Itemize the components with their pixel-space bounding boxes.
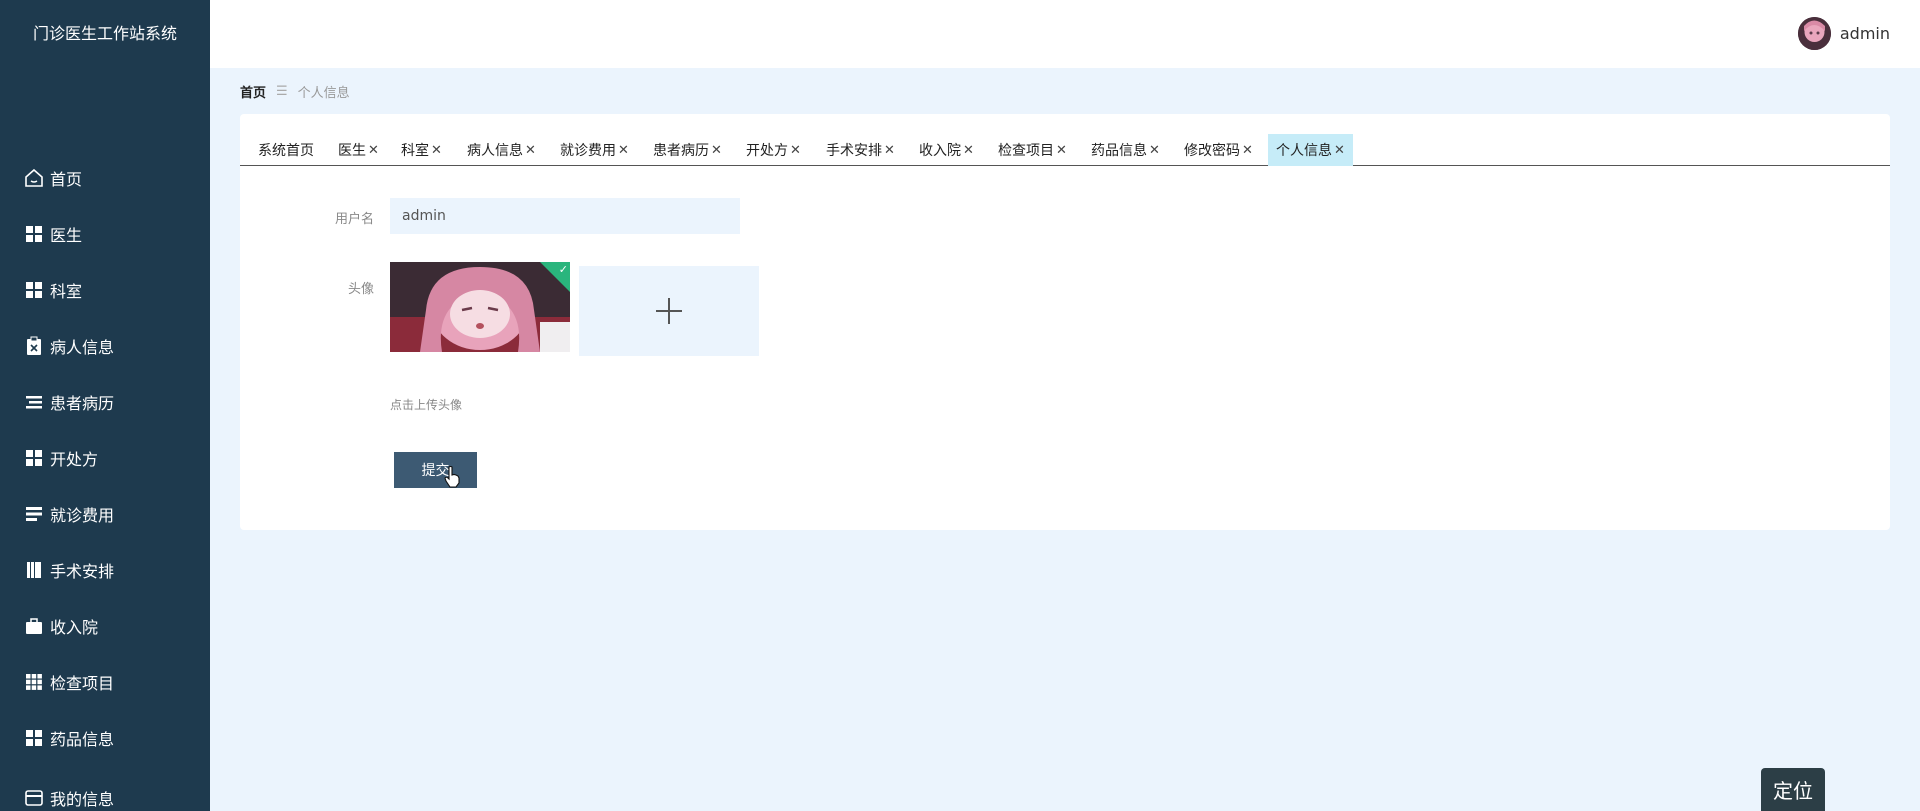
close-icon[interactable]: ✕ bbox=[431, 143, 442, 158]
sidebar-item-label: 病人信息 bbox=[50, 338, 115, 357]
sidebar-item-label: 首页 bbox=[50, 170, 83, 189]
username-label: 用户名 bbox=[334, 212, 374, 227]
breadcrumb: 首页 ☰ 个人信息 bbox=[240, 82, 350, 101]
close-icon[interactable]: ✕ bbox=[618, 143, 629, 158]
tab-bar: 系统首页 医生 ✕ 科室 ✕ 病人信息 ✕ 就诊费用 ✕ 患者病历 ✕ 开处方 ✕ 手术安排… bbox=[240, 134, 1890, 166]
tab-label: 就诊费用 bbox=[560, 143, 616, 159]
home-icon bbox=[24, 168, 44, 188]
wallet-icon bbox=[24, 788, 44, 808]
close-icon[interactable]: ✕ bbox=[884, 143, 895, 158]
grid-icon bbox=[24, 280, 44, 300]
sidebar: 门诊医生工作站系统 首页 医生 科室 病人信息 患者病历 开处方 就诊费用 手术… bbox=[0, 0, 210, 811]
tab-department[interactable]: 科室 ✕ bbox=[397, 134, 446, 166]
grid-icon bbox=[24, 728, 44, 748]
sidebar-item-label: 就诊费用 bbox=[50, 506, 115, 525]
app-title: 门诊医生工作站系统 bbox=[32, 24, 177, 43]
username: admin bbox=[1839, 24, 1890, 43]
tab-label: 检查项目 bbox=[998, 143, 1054, 159]
close-icon[interactable]: ✕ bbox=[368, 143, 379, 158]
briefcase-icon bbox=[24, 616, 44, 636]
close-icon[interactable]: ✕ bbox=[790, 143, 801, 158]
tab-doctor[interactable]: 医生 ✕ bbox=[334, 134, 383, 166]
sidebar-item-my-info[interactable]: 我的信息 bbox=[0, 778, 210, 811]
tab-exam[interactable]: 检查项目 ✕ bbox=[994, 134, 1071, 166]
tab-patient-info[interactable]: 病人信息 ✕ bbox=[463, 134, 540, 166]
book-icon bbox=[24, 560, 44, 580]
tab-label: 患者病历 bbox=[653, 143, 709, 159]
username-field[interactable] bbox=[390, 198, 740, 234]
tab-label: 病人信息 bbox=[467, 143, 523, 159]
plus-icon bbox=[656, 298, 682, 324]
sidebar-item-label: 科室 bbox=[50, 282, 83, 301]
clipboard-icon bbox=[24, 336, 44, 356]
tab-admission[interactable]: 收入院 ✕ bbox=[915, 134, 978, 166]
tab-drug[interactable]: 药品信息 ✕ bbox=[1087, 134, 1164, 166]
close-icon[interactable]: ✕ bbox=[1149, 143, 1160, 158]
tab-surgery[interactable]: 手术安排 ✕ bbox=[822, 134, 899, 166]
tab-label: 手术安排 bbox=[826, 143, 882, 159]
main-card: 系统首页 医生 ✕ 科室 ✕ 病人信息 ✕ 就诊费用 ✕ 患者病历 ✕ 开处方 ✕ 手术安排… bbox=[240, 114, 1890, 530]
list-icon bbox=[24, 392, 44, 412]
upload-hint: 点击上传头像 bbox=[390, 398, 463, 412]
sidebar-item-patient-info[interactable]: 病人信息 bbox=[0, 326, 210, 366]
bars-icon bbox=[24, 504, 44, 524]
sidebar-item-label: 开处方 bbox=[50, 450, 99, 469]
sidebar-item-drug[interactable]: 药品信息 bbox=[0, 718, 210, 758]
avatar-upload-button[interactable] bbox=[579, 266, 759, 356]
tab-prescription[interactable]: 开处方 ✕ bbox=[742, 134, 805, 166]
tab-label: 药品信息 bbox=[1091, 143, 1147, 159]
locate-button[interactable]: 定位 bbox=[1761, 768, 1825, 811]
close-icon[interactable]: ✕ bbox=[1334, 143, 1345, 158]
close-icon[interactable]: ✕ bbox=[711, 143, 722, 158]
avatar bbox=[1797, 17, 1831, 50]
sidebar-item-department[interactable]: 科室 bbox=[0, 270, 210, 310]
breadcrumb-separator: ☰ bbox=[276, 84, 288, 99]
sidebar-item-prescription[interactable]: 开处方 bbox=[0, 438, 210, 478]
sidebar-item-label: 我的信息 bbox=[50, 790, 115, 809]
sidebar-item-visit-fee[interactable]: 就诊费用 bbox=[0, 494, 210, 534]
sidebar-item-medical-record[interactable]: 患者病历 bbox=[0, 382, 210, 422]
grid-icon bbox=[24, 224, 44, 244]
tab-label: 个人信息 bbox=[1276, 143, 1332, 159]
top-header: admin bbox=[210, 0, 1920, 68]
grid-icon bbox=[24, 448, 44, 468]
tab-label: 开处方 bbox=[746, 143, 788, 159]
sidebar-item-exam[interactable]: 检查项目 bbox=[0, 662, 210, 702]
tab-change-password[interactable]: 修改密码 ✕ bbox=[1180, 134, 1257, 166]
user-menu[interactable]: admin bbox=[1797, 17, 1890, 50]
tab-visit-fee[interactable]: 就诊费用 ✕ bbox=[556, 134, 633, 166]
submit-button[interactable]: 提交 bbox=[394, 452, 477, 488]
sidebar-item-label: 收入院 bbox=[50, 618, 99, 637]
tab-label: 修改密码 bbox=[1184, 143, 1240, 159]
avatar-label: 头像 bbox=[347, 282, 374, 297]
sidebar-item-surgery[interactable]: 手术安排 bbox=[0, 550, 210, 590]
tab-label: 医生 bbox=[338, 143, 366, 159]
breadcrumb-home[interactable]: 首页 bbox=[240, 82, 266, 101]
sidebar-item-label: 检查项目 bbox=[50, 674, 115, 693]
tab-personal-info[interactable]: 个人信息 ✕ bbox=[1268, 134, 1353, 166]
close-icon[interactable]: ✕ bbox=[963, 143, 974, 158]
tab-label: 收入院 bbox=[919, 143, 961, 159]
apps-icon bbox=[24, 672, 44, 692]
tab-medical-record[interactable]: 患者病历 ✕ bbox=[649, 134, 726, 166]
sidebar-item-admission[interactable]: 收入院 bbox=[0, 606, 210, 646]
close-icon[interactable]: ✕ bbox=[1056, 143, 1067, 158]
close-icon[interactable]: ✕ bbox=[1242, 143, 1253, 158]
sidebar-item-label: 医生 bbox=[50, 226, 83, 245]
sidebar-item-label: 药品信息 bbox=[50, 730, 115, 749]
sidebar-item-label: 手术安排 bbox=[50, 562, 115, 581]
hand-cursor-icon bbox=[444, 466, 460, 488]
sidebar-item-label: 患者病历 bbox=[50, 394, 115, 413]
check-icon: ✓ bbox=[558, 263, 568, 276]
sidebar-item-home[interactable]: 首页 bbox=[0, 158, 210, 198]
sidebar-item-doctor[interactable]: 医生 bbox=[0, 214, 210, 254]
tab-label: 系统首页 bbox=[258, 143, 314, 159]
tab-label: 科室 bbox=[401, 143, 429, 159]
tab-system-home[interactable]: 系统首页 bbox=[254, 134, 318, 166]
close-icon[interactable]: ✕ bbox=[525, 143, 536, 158]
avatar-preview[interactable]: ✓ bbox=[390, 262, 570, 352]
breadcrumb-current: 个人信息 bbox=[297, 86, 350, 101]
